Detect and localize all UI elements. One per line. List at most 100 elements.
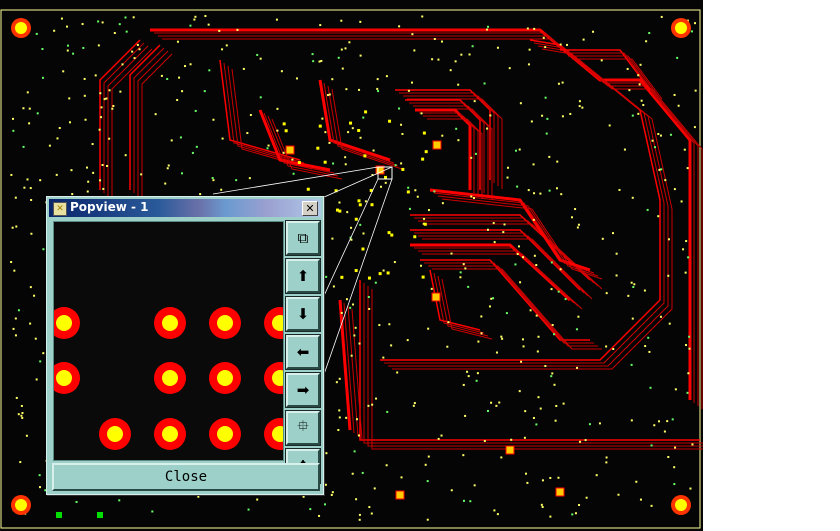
via — [544, 364, 547, 367]
via — [235, 179, 238, 182]
via — [275, 18, 278, 21]
zoom-in-button[interactable]: ⯐ — [285, 410, 321, 446]
zoom-in-icon: ⯐ — [297, 416, 309, 435]
via — [682, 248, 685, 251]
via — [437, 437, 440, 440]
via — [75, 500, 78, 503]
via — [642, 104, 645, 107]
via — [517, 245, 520, 248]
via — [470, 195, 473, 198]
via — [524, 472, 527, 475]
via — [539, 407, 542, 410]
mounting-hole-center — [675, 22, 687, 34]
mounting-hole-center — [15, 22, 27, 34]
popview-toolbar: ⧉⬆⬇⬅➡⯐✥ — [285, 220, 321, 487]
via — [546, 117, 549, 120]
via — [450, 252, 453, 255]
via — [694, 22, 697, 25]
via — [97, 20, 100, 23]
via — [191, 151, 194, 154]
popview-viewport[interactable] — [53, 221, 284, 461]
via — [414, 189, 417, 192]
via — [19, 461, 22, 464]
via — [421, 15, 424, 18]
via — [385, 75, 388, 78]
via — [70, 169, 73, 172]
via — [522, 345, 525, 348]
via — [318, 60, 321, 63]
via — [71, 193, 74, 196]
via — [496, 46, 499, 49]
via — [630, 419, 633, 422]
via — [354, 326, 357, 329]
pad — [358, 203, 362, 207]
via — [81, 23, 84, 26]
via — [472, 197, 475, 200]
close-button[interactable]: Close — [52, 463, 320, 491]
via — [344, 163, 347, 166]
pad-drill — [217, 370, 233, 386]
via — [375, 397, 378, 400]
via — [623, 148, 626, 151]
via — [408, 207, 411, 210]
pad — [323, 160, 327, 164]
via — [492, 297, 495, 300]
pad — [390, 233, 394, 237]
via — [325, 452, 328, 455]
via — [181, 90, 184, 93]
zoom-guide-line — [321, 178, 379, 301]
via — [207, 23, 210, 26]
zoom-window-button[interactable]: ⧉ — [285, 220, 321, 256]
via — [131, 50, 134, 53]
via — [178, 76, 181, 79]
via — [501, 337, 504, 340]
via — [84, 118, 87, 121]
pan-down-button[interactable]: ⬇ — [285, 296, 321, 332]
via — [208, 69, 211, 72]
via — [398, 107, 401, 110]
via — [125, 30, 128, 33]
via — [637, 74, 640, 77]
via — [23, 186, 26, 189]
via — [498, 401, 501, 404]
pad-drill — [56, 315, 72, 331]
pan-up-button[interactable]: ⬆ — [285, 258, 321, 294]
pan-right-button[interactable]: ➡ — [285, 372, 321, 408]
via — [151, 510, 154, 513]
via — [10, 173, 13, 176]
via — [11, 226, 14, 229]
via — [406, 339, 409, 342]
via — [341, 67, 344, 70]
via — [486, 409, 489, 412]
via — [276, 107, 279, 110]
via — [690, 30, 693, 33]
pad — [421, 275, 425, 279]
via — [527, 189, 530, 192]
via — [473, 484, 476, 487]
via — [516, 185, 519, 188]
via — [382, 269, 385, 272]
title-bar[interactable]: ✕ Popview - 1 ✕ — [49, 199, 321, 217]
via — [53, 29, 56, 32]
via — [582, 38, 585, 41]
mounting-hole-center — [15, 499, 27, 511]
via — [311, 53, 314, 56]
close-icon[interactable]: ✕ — [302, 201, 318, 216]
via — [673, 483, 676, 486]
via — [528, 48, 531, 51]
via — [20, 414, 23, 417]
via — [687, 256, 690, 259]
component-pad — [395, 490, 405, 500]
via — [30, 199, 33, 202]
via — [426, 518, 429, 521]
via — [684, 271, 687, 274]
via — [457, 139, 460, 142]
pan-left-button[interactable]: ⬅ — [285, 334, 321, 370]
via — [605, 461, 608, 464]
via — [60, 17, 63, 20]
via — [373, 487, 376, 490]
via — [340, 311, 343, 314]
via — [318, 514, 321, 517]
via — [532, 163, 535, 166]
via — [541, 479, 544, 482]
